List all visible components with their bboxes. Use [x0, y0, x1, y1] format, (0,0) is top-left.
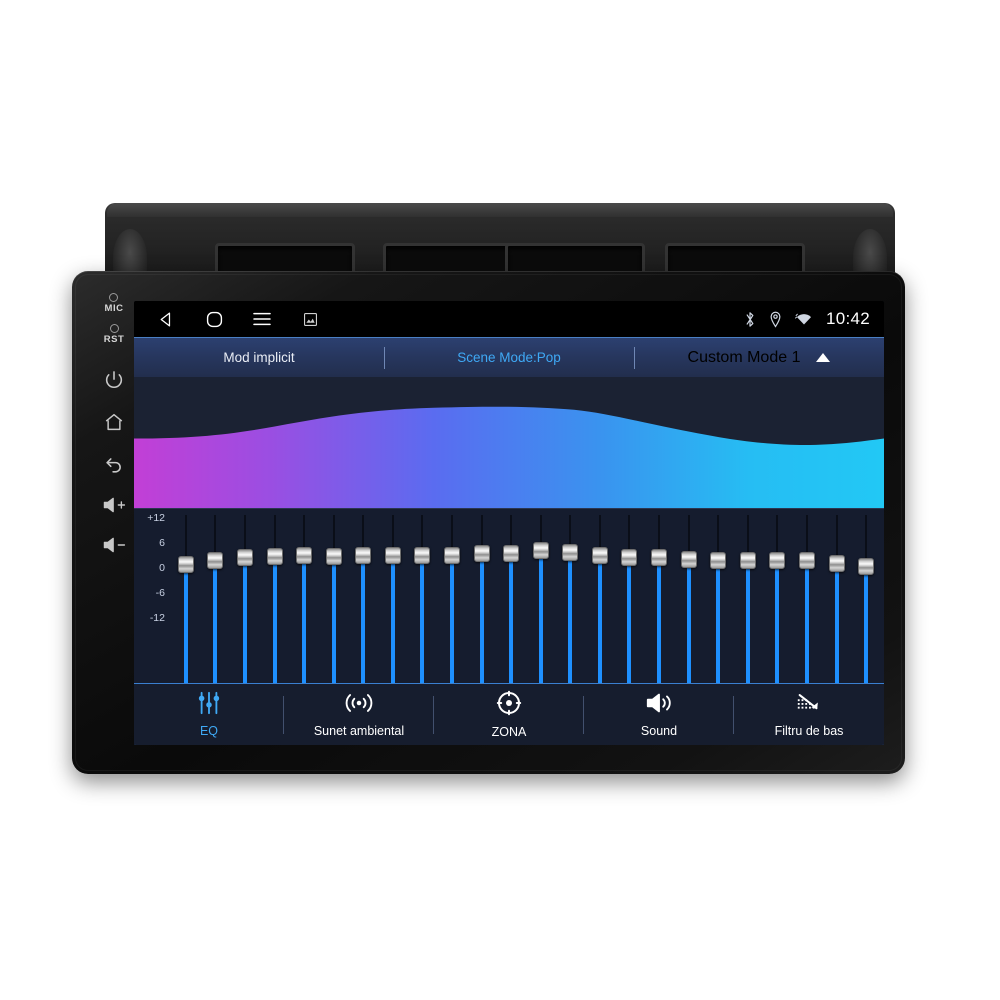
squircle-home-icon [206, 311, 222, 327]
speaker-icon [645, 691, 673, 720]
wifi-icon [794, 313, 811, 325]
power-icon [105, 371, 123, 389]
toolbar-item-label: Sound [640, 724, 678, 738]
bass-filter-icon [795, 691, 823, 720]
slider-knob[interactable] [621, 549, 638, 567]
android-menu-button[interactable] [238, 301, 286, 337]
slider-knob[interactable] [828, 555, 845, 573]
slider-knob[interactable] [177, 556, 194, 573]
status-indicators: 10:42 [744, 309, 884, 329]
slider-knob[interactable] [207, 551, 224, 569]
custom-mode-label: Custom Mode 1 [687, 348, 801, 366]
slider-knob[interactable] [562, 543, 579, 561]
spectrum-curve [134, 406, 884, 508]
slider-knob[interactable] [473, 545, 490, 563]
toolbar-item-zona[interactable]: ZONA [434, 684, 584, 745]
modebar-separator-2 [633, 347, 635, 369]
slider-knob[interactable] [414, 547, 431, 565]
volume-up-icon [103, 497, 126, 513]
spectrum-visualizer [134, 377, 884, 509]
android-back-button[interactable] [142, 301, 190, 337]
toolbar-item-label: Sunet ambiental [313, 724, 405, 738]
slider-knob[interactable] [236, 549, 253, 567]
slider-knob[interactable] [532, 542, 549, 560]
clock: 10:42 [825, 309, 870, 328]
slider-knob[interactable] [680, 550, 697, 568]
back-arrow-icon [106, 458, 121, 473]
screenshot-root: MIC RST 10:42 Mod implicit Scene Mode:Po… [0, 0, 1000, 1000]
hamburger-menu-icon [253, 312, 271, 326]
scale-label-0: 0 [159, 562, 165, 574]
image-thumbnail-icon [303, 312, 317, 326]
location-icon [770, 311, 781, 328]
scale-label-6: 6 [159, 537, 165, 549]
zone-target-icon [496, 690, 522, 721]
slider-knob[interactable] [710, 552, 727, 570]
toolbar-item-label: Filtru de bas [774, 724, 844, 738]
android-home-button[interactable] [190, 301, 238, 337]
slider-knob[interactable] [443, 547, 460, 565]
scene-mode-button[interactable]: Scene Mode:Pop [384, 350, 634, 365]
speaker-icon [646, 693, 671, 713]
volume-down-button[interactable] [101, 535, 127, 555]
scale-label-minus6: -6 [155, 587, 165, 599]
slider-knob[interactable] [591, 547, 608, 565]
car-head-unit: MIC RST 10:42 Mod implicit Scene Mode:Po… [72, 271, 905, 774]
slider-knob[interactable] [296, 547, 313, 565]
default-mode-button[interactable]: Mod implicit [134, 350, 384, 365]
slider-knob[interactable] [769, 552, 786, 570]
eq-sliders-icon [196, 691, 222, 720]
touchscreen[interactable]: 10:42 Mod implicit Scene Mode:Pop Custom… [134, 301, 884, 745]
slider-knob[interactable] [798, 552, 815, 570]
hardware-button-column: MIC RST [88, 293, 140, 733]
mic-indicator: MIC [105, 293, 124, 314]
toolbar-item-sound[interactable]: Sound [584, 684, 734, 745]
custom-mode-button[interactable]: Custom Mode 1 [634, 349, 884, 367]
android-screenshot-button[interactable] [286, 301, 334, 337]
scale-label-plus12: +12 [147, 512, 165, 524]
toolbar-item-eq[interactable]: EQ [134, 684, 284, 745]
toolbar-item-sunet-ambiental[interactable]: Sunet ambiental [284, 684, 434, 745]
slider-knob[interactable] [503, 544, 520, 562]
slider-knob[interactable] [651, 549, 668, 567]
slider-knob[interactable] [384, 547, 401, 565]
bass-filter-icon [797, 694, 818, 710]
dot-circle-icon [109, 293, 119, 302]
slider-knob[interactable] [739, 552, 756, 570]
bottom-toolbar[interactable]: EQ Sunet ambiental ZONA Sound Filtru de bas [134, 683, 884, 745]
dot-circle-icon [109, 324, 119, 333]
zone-target-icon [496, 690, 522, 716]
eq-sliders-icon [198, 691, 220, 715]
bluetooth-icon [746, 311, 754, 327]
home-icon [105, 413, 123, 431]
surround-sound-icon [344, 691, 374, 720]
back-button[interactable] [103, 453, 125, 475]
surround-sound-icon [345, 694, 373, 712]
scale-label-minus12: -12 [149, 612, 165, 624]
android-nav-keys [134, 301, 334, 337]
slider-knob[interactable] [858, 557, 875, 575]
triangle-back-icon [160, 311, 170, 327]
volume-down-icon [103, 537, 126, 553]
reset-indicator[interactable]: RST [104, 324, 125, 345]
slider-knob[interactable] [325, 547, 342, 565]
volume-up-button[interactable] [101, 495, 127, 515]
caret-up-icon[interactable] [816, 353, 831, 362]
android-status-bar: 10:42 [134, 301, 884, 337]
reset-label: RST [103, 334, 125, 345]
slider-knob[interactable] [355, 546, 372, 564]
home-button[interactable] [103, 411, 125, 433]
power-button[interactable] [103, 369, 125, 391]
toolbar-item-label: EQ [199, 724, 219, 738]
mode-bar: Mod implicit Scene Mode:Pop Custom Mode … [134, 337, 884, 377]
mic-label: MIC [104, 303, 124, 314]
slider-knob[interactable] [266, 547, 283, 565]
toolbar-item-label: ZONA [491, 725, 527, 739]
equalizer-app: Mod implicit Scene Mode:Pop Custom Mode … [134, 337, 884, 745]
toolbar-item-filtru-de-bas[interactable]: Filtru de bas [734, 684, 884, 745]
